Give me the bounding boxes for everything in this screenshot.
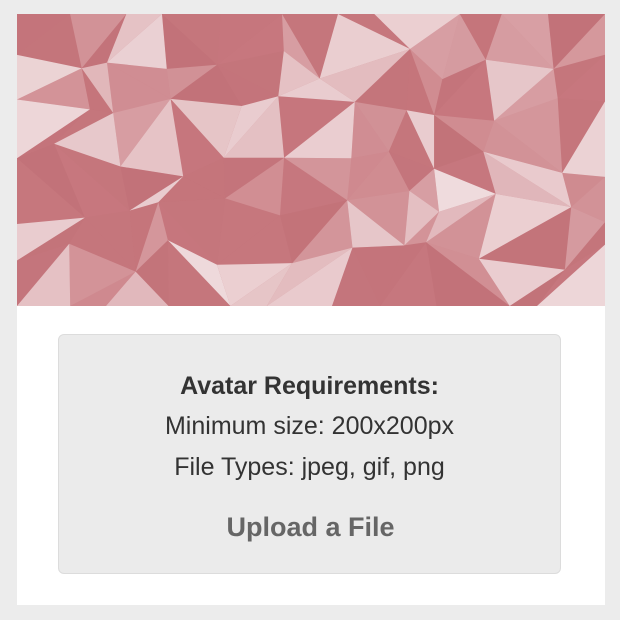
low-poly-pattern	[17, 14, 605, 306]
upload-file-button[interactable]: Upload a File	[189, 507, 432, 547]
file-types-text: File Types: jpeg, gif, png	[174, 453, 445, 481]
avatar-requirements-panel: Avatar Requirements: Minimum size: 200x2…	[58, 334, 561, 574]
requirements-title: Avatar Requirements:	[180, 372, 439, 400]
minimum-size-text: Minimum size: 200x200px	[164, 412, 454, 440]
avatar-upload-card: Avatar Requirements: Minimum size: 200x2…	[17, 14, 605, 605]
banner-image	[17, 14, 605, 306]
